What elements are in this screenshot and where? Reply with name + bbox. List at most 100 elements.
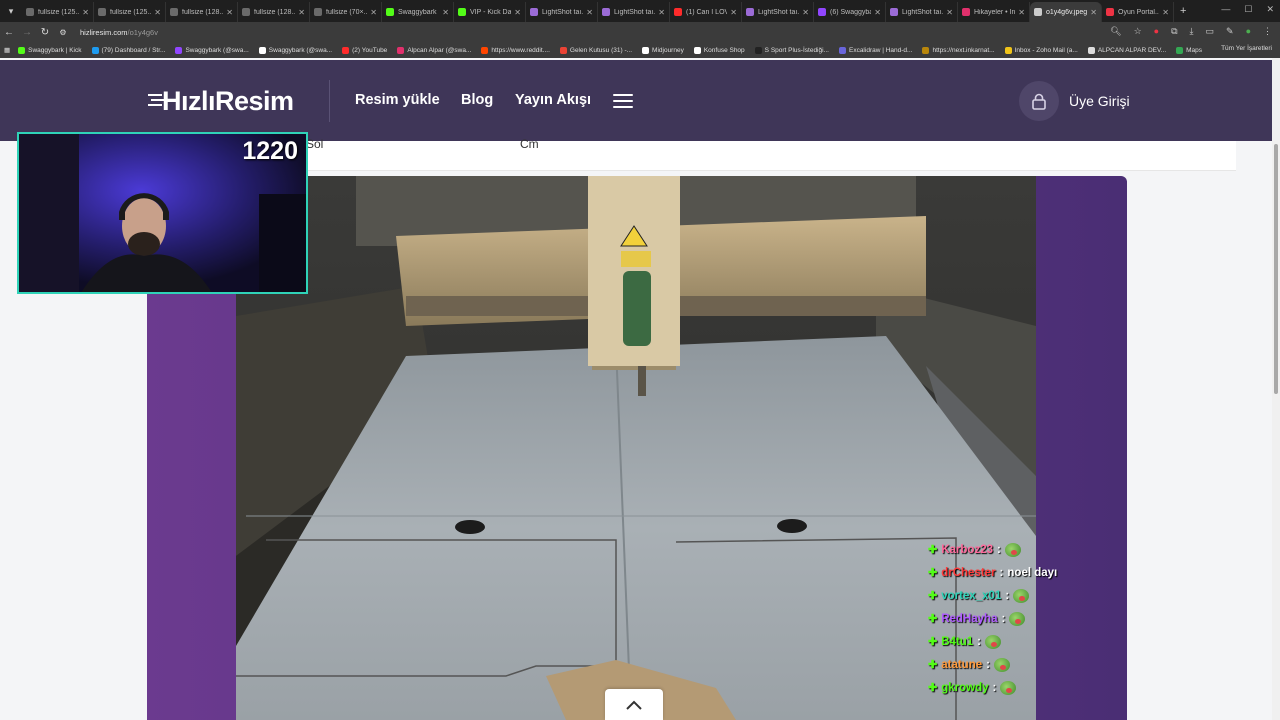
edit-icon[interactable]: ✎ — [1226, 26, 1234, 37]
browser-menu-icon[interactable]: ⋮ — [1263, 26, 1272, 37]
page-scrollbar[interactable] — [1272, 58, 1280, 720]
strip-label-left: Sol — [306, 137, 324, 151]
bookmark-item[interactable]: https://www.reddit.... — [481, 46, 550, 54]
hamburger-menu-icon[interactable] — [613, 94, 633, 108]
bookmark-item[interactable]: Konfuse Shop — [693, 46, 745, 54]
new-tab-icon[interactable]: + — [1180, 5, 1186, 17]
scroll-to-top-button[interactable] — [605, 689, 663, 720]
tab-close-icon[interactable]: ✕ — [658, 8, 665, 17]
bookmark-item[interactable]: Swaggybark (@swa... — [258, 46, 332, 54]
tab-close-icon[interactable]: ✕ — [874, 8, 881, 17]
bookmark-label: ALPCAN ALPAR DEV... — [1097, 46, 1167, 54]
browser-tab[interactable]: (1) Can I LOVE...✕ — [670, 2, 742, 22]
bookmark-favicon-icon — [397, 46, 405, 54]
tab-close-icon[interactable]: ✕ — [946, 8, 953, 17]
bookmark-item[interactable]: Excalidraw | Hand-d... — [838, 46, 912, 54]
bookmark-item[interactable]: ALPCAN ALPAR DEV... — [1087, 46, 1167, 54]
browser-tab[interactable]: fullsize (128... ✕ — [238, 2, 310, 22]
bookmark-item[interactable]: Inbox - Zoho Mail (a... — [1004, 46, 1078, 54]
apps-grid-icon[interactable]: ▦ — [4, 46, 10, 54]
tab-close-icon[interactable]: ✕ — [586, 8, 593, 17]
tab-close-icon[interactable]: ✕ — [1162, 8, 1169, 17]
lock-icon — [1032, 93, 1046, 110]
browser-tab[interactable]: Hikayeler • In...✕ — [958, 2, 1030, 22]
bookmark-item[interactable]: S Sport Plus-İstediği... — [754, 46, 829, 54]
chat-separator: : — [1001, 612, 1006, 625]
bookmark-label: (79) Dashboard / Str... — [101, 46, 166, 54]
close-window-icon[interactable]: ✕ — [1266, 4, 1274, 15]
chat-username: drChester — [941, 566, 996, 579]
minimize-icon[interactable]: — — [1221, 4, 1230, 15]
bookmark-favicon-icon — [1176, 46, 1184, 54]
tab-close-icon[interactable]: ✕ — [1018, 8, 1025, 17]
tab-close-icon[interactable]: ✕ — [82, 8, 89, 17]
bookmark-item[interactable]: (2) YouTube — [342, 46, 387, 54]
tab-search-icon[interactable]: ▾ — [0, 0, 22, 22]
tab-close-icon[interactable]: ✕ — [730, 8, 737, 17]
browser-tab[interactable]: LightShot taı... ✕ — [742, 2, 814, 22]
tab-close-icon[interactable]: ✕ — [514, 8, 521, 17]
bookmark-item[interactable]: (79) Dashboard / Str... — [91, 46, 166, 54]
bookmark-star-icon[interactable]: ☆ — [1134, 26, 1142, 37]
site-info-icon[interactable]: ⚙ — [54, 28, 72, 37]
subscriber-badge-icon: ✚ — [928, 590, 938, 602]
zoom-icon[interactable]: 🔍︎ — [1110, 26, 1121, 37]
browser-tab[interactable]: fullsize (128... ✕ — [166, 2, 238, 22]
tab-favicon-icon — [962, 8, 970, 16]
tab-close-icon[interactable]: ✕ — [1090, 8, 1097, 17]
strip-label-right: Cm — [520, 137, 539, 151]
reload-icon[interactable]: ↻ — [36, 27, 54, 38]
cast-icon[interactable]: ▭ — [1206, 26, 1215, 37]
back-icon[interactable]: ← — [0, 27, 18, 38]
bookmark-item[interactable]: Maps — [1176, 46, 1202, 54]
tab-close-icon[interactable]: ✕ — [298, 8, 305, 17]
tab-favicon-icon — [458, 8, 466, 16]
extensions-puzzle-icon[interactable]: ⧉ — [1171, 26, 1177, 37]
browser-tab[interactable]: LightShot taı... ✕ — [598, 2, 670, 22]
stream-counter: 1220 — [242, 137, 298, 165]
browser-tab[interactable]: fullsize (125... ✕ — [22, 2, 94, 22]
bookmark-item[interactable]: Gelen Kutusu (31) -... — [559, 46, 632, 54]
site-logo[interactable]: HızlıResim — [162, 86, 294, 117]
download-icon[interactable]: ⤓ — [1190, 26, 1194, 37]
chat-message: ✚ gkrowdy: — [928, 676, 1088, 699]
browser-tab[interactable]: LightShot taı... ✕ — [526, 2, 598, 22]
bookmark-item[interactable]: Alpcan Alpar (@swa... — [397, 46, 471, 54]
bookmark-favicon-icon — [481, 46, 489, 54]
browser-tab[interactable]: (6) Swaggyba...✕ — [814, 2, 886, 22]
forward-icon[interactable]: → — [18, 27, 36, 38]
scrollbar-thumb[interactable] — [1274, 144, 1278, 394]
url-field[interactable]: hizliresim.com/o1y4g6v — [80, 28, 158, 37]
tab-favicon-icon — [746, 8, 754, 16]
tab-close-icon[interactable]: ✕ — [226, 8, 233, 17]
profile-avatar[interactable]: ● — [1246, 26, 1251, 37]
bookmark-item[interactable]: Midjourney — [642, 46, 684, 54]
all-bookmarks-link[interactable]: Tüm Yer İşaretleri — [1221, 45, 1272, 52]
browser-tab[interactable]: Oyun Portal... ✕ — [1102, 2, 1174, 22]
browser-tab[interactable]: VIP - Kick Da...✕ — [454, 2, 526, 22]
nav-feed-link[interactable]: Yayın Akışı — [515, 92, 591, 108]
bookmark-item[interactable]: Swaggybark (@swa... — [175, 46, 249, 54]
nav-upload-link[interactable]: Resim yükle — [355, 92, 440, 108]
tab-close-icon[interactable]: ✕ — [442, 8, 449, 17]
uploaded-photo[interactable] — [236, 176, 1036, 720]
browser-tab[interactable]: fullsize (125... ✕ — [94, 2, 166, 22]
browser-tab[interactable]: LightShot taı... ✕ — [886, 2, 958, 22]
chat-separator: : — [977, 635, 982, 648]
browser-tab[interactable]: Swaggybark ✕ — [382, 2, 454, 22]
login-lock-button[interactable] — [1019, 81, 1059, 121]
browser-tab[interactable]: fullsize (70×... ✕ — [310, 2, 382, 22]
tab-close-icon[interactable]: ✕ — [802, 8, 809, 17]
nav-blog-link[interactable]: Blog — [461, 92, 493, 108]
tab-close-icon[interactable]: ✕ — [370, 8, 377, 17]
maximize-icon[interactable]: ☐ — [1244, 4, 1252, 15]
bookmark-label: Swaggybark | Kick — [28, 46, 82, 54]
login-link[interactable]: Üye Girişi — [1069, 93, 1130, 109]
bookmark-item[interactable]: https://next.inkarnat... — [922, 46, 995, 54]
bookmark-item[interactable]: Swaggybark | Kick — [18, 46, 82, 54]
tab-close-icon[interactable]: ✕ — [154, 8, 161, 17]
extension-icon[interactable]: ● — [1154, 26, 1159, 37]
tab-title: (6) Swaggyba... — [830, 8, 871, 16]
browser-tab[interactable]: o1y4g6v.jpeg ✕ — [1030, 2, 1102, 22]
tab-title: VIP - Kick Da... — [470, 8, 512, 16]
